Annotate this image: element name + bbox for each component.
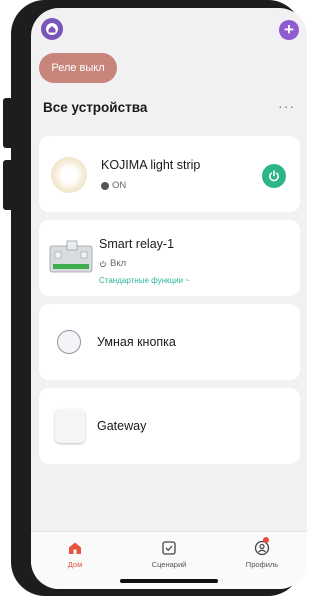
gateway-icon	[55, 409, 85, 443]
power-icon	[269, 170, 279, 182]
smart-button-icon	[57, 330, 81, 354]
bottom-tab-bar: Дом Сценарий Профиль	[31, 531, 307, 589]
scene-chip-relay-off[interactable]: Реле выкл	[39, 53, 117, 83]
house-glyph-icon	[46, 23, 58, 35]
section-title: Все устройства	[43, 100, 148, 115]
home-icon	[69, 542, 81, 554]
device-status-text: ON	[112, 180, 127, 191]
more-options-button[interactable]: ···	[278, 98, 295, 114]
device-name: Gateway	[97, 419, 147, 433]
tab-label: Дом	[67, 560, 83, 569]
tab-home[interactable]: Дом	[40, 540, 110, 569]
device-card-light-strip[interactable]: KOJIMA light strip ON	[39, 136, 300, 212]
notification-badge	[263, 537, 269, 543]
device-name: Умная кнопка	[97, 335, 176, 349]
status-dot-icon	[101, 181, 109, 190]
scenario-icon	[162, 541, 176, 555]
device-card-smart-button[interactable]: Умная кнопка	[39, 304, 300, 380]
relay-icon	[49, 240, 93, 273]
device-name: KOJIMA light strip	[101, 158, 201, 172]
standard-functions-link[interactable]: Стандартные функции ~	[99, 276, 190, 285]
device-status: Вкл	[99, 258, 126, 269]
app-screen: + Реле выкл Все устройства ··· KOJIMA li…	[31, 8, 307, 589]
home-indicator[interactable]	[120, 579, 218, 583]
light-strip-icon	[51, 157, 87, 193]
device-card-smart-relay[interactable]: Smart relay-1 Вкл Стандартные функции ~	[39, 220, 300, 296]
device-status-text: Вкл	[110, 258, 127, 269]
add-device-button[interactable]: +	[279, 20, 299, 40]
tab-profile[interactable]: Профиль	[227, 537, 297, 569]
phone-body: + Реле выкл Все устройства ··· KOJIMA li…	[11, 0, 307, 596]
tab-label: Профиль	[245, 560, 279, 569]
device-card-gateway[interactable]: Gateway	[39, 388, 300, 464]
tab-label: Сценарий	[151, 560, 187, 569]
device-name: Smart relay-1	[99, 237, 175, 251]
power-small-icon	[100, 260, 106, 267]
device-status: ON	[101, 180, 126, 191]
power-toggle-button[interactable]	[262, 164, 286, 188]
tab-scenario[interactable]: Сценарий	[134, 540, 204, 569]
home-avatar-icon[interactable]	[41, 18, 63, 40]
